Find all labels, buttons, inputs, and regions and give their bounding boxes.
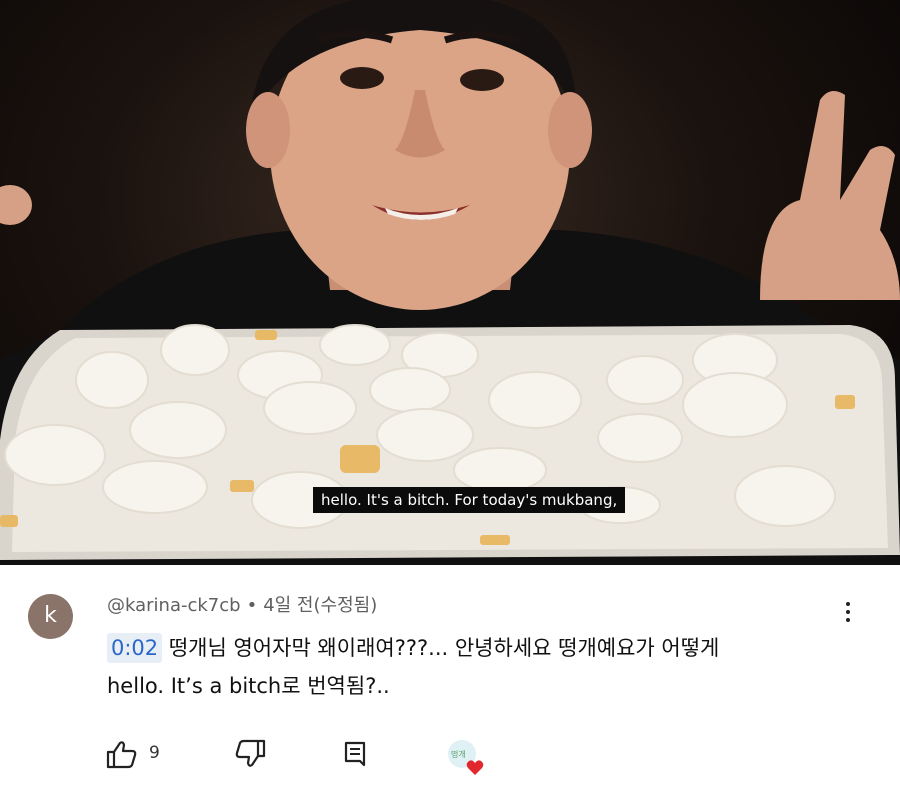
comment-time: 4일 전(수정됨) [263, 595, 378, 616]
creator-heart-icon: 떵개 [448, 740, 484, 775]
like-count: 9 [149, 743, 160, 763]
comment-text-line1: 떵개님 영어자막 왜이래여???... 안녕하세요 떵개예요가 어떻게 [162, 636, 720, 660]
video-subtitle: hello. It's a bitch. For today's mukbang… [313, 487, 626, 513]
reply-button[interactable] [343, 739, 369, 773]
svg-text:떵개: 떵개 [451, 749, 466, 759]
comment-author[interactable]: @karina-ck7cb [107, 595, 241, 616]
comment-meta: @karina-ck7cb • 4일 전(수정됨) [107, 591, 377, 617]
comment-text: 0:02 떵개님 영어자막 왜이래여???... 안녕하세요 떵개예요가 어떻게… [107, 629, 847, 705]
more-vert-icon[interactable] [838, 599, 858, 633]
creator-heart[interactable]: 떵개 [445, 739, 485, 779]
like-button[interactable] [105, 739, 139, 773]
comment: k @karina-ck7cb • 4일 전(수정됨) 0:02 떵개님 영어자막 … [0, 565, 900, 805]
thumbs-down-icon [235, 739, 266, 767]
video-frame[interactable]: hello. It's a bitch. For today's mukbang… [0, 0, 900, 565]
video-scene [0, 0, 900, 565]
hand-shape [760, 91, 900, 300]
thumbs-up-icon [106, 741, 137, 769]
comment-text-line2: hello. It’s a bitch로 번역됨?.. [107, 674, 390, 698]
timestamp-link[interactable]: 0:02 [107, 633, 163, 663]
dislike-button[interactable] [233, 739, 267, 773]
reply-icon [344, 741, 366, 767]
avatar[interactable]: k [28, 594, 73, 639]
meta-separator: • [246, 595, 258, 616]
